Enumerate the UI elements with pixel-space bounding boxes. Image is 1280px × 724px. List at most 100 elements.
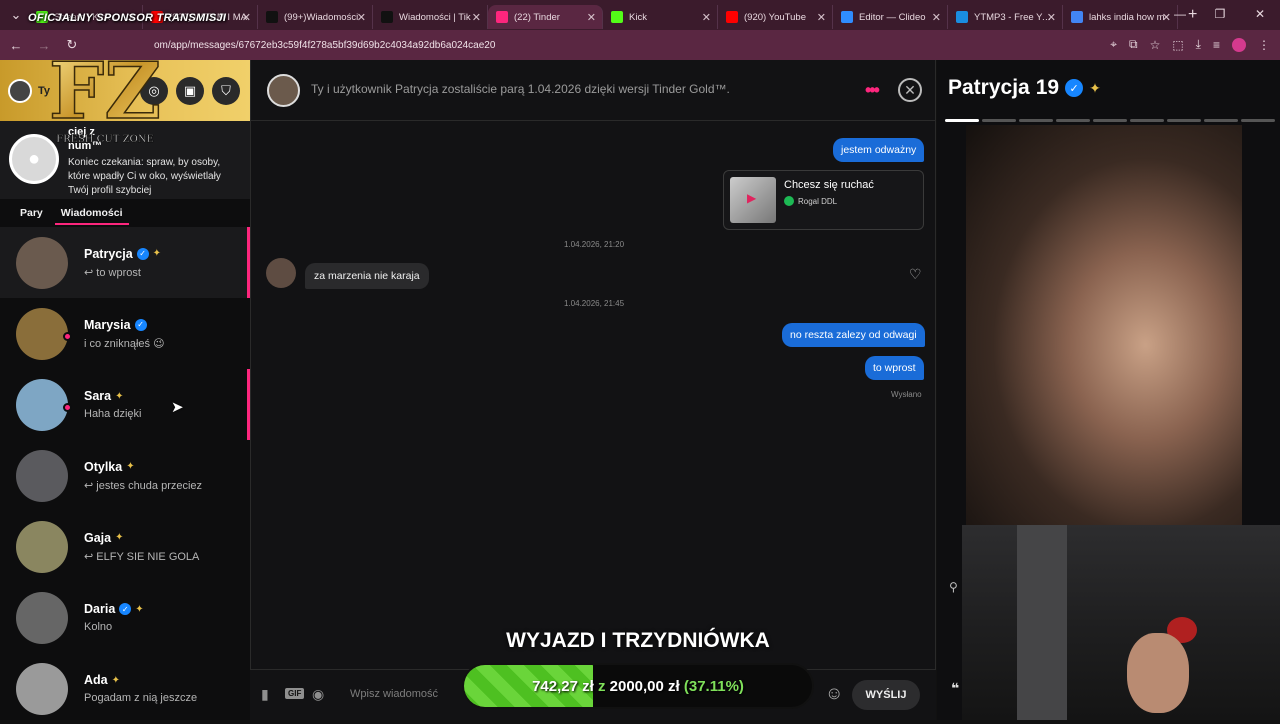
maximize-button[interactable]: ❐ <box>1200 0 1240 28</box>
conversation-avatar <box>16 520 68 573</box>
browser-tab[interactable]: (920) YouTube ✕ <box>718 5 833 29</box>
tab-close-icon[interactable]: ✕ <box>587 11 596 24</box>
like-heart-icon[interactable]: ♡ <box>909 266 922 283</box>
tab-close-icon[interactable]: ✕ <box>702 11 711 24</box>
tab-close-icon[interactable]: ✕ <box>357 11 366 24</box>
match-avatar[interactable] <box>267 74 300 107</box>
search-icon[interactable]: ⚲ <box>949 580 958 594</box>
shield-icon[interactable]: ⛉ <box>212 76 240 105</box>
conversation-text: Sara ✦ Haha dzięki <box>84 389 141 420</box>
tab-close-icon[interactable]: ✕ <box>817 11 826 24</box>
photo-segment[interactable] <box>1019 119 1053 122</box>
profile-avatar[interactable] <box>1232 37 1246 52</box>
close-chat-icon[interactable]: ✕ <box>898 78 922 102</box>
browser-tab[interactable]: (99+)Wiadomości ✕ <box>258 5 373 29</box>
conversation-name: Marysia <box>84 317 131 332</box>
conversation-item[interactable]: Otylka ✦ ↩ jestes chuda przeciez <box>0 440 250 511</box>
spotify-share-icon[interactable]: ◉ <box>312 686 324 703</box>
message-out-3[interactable]: to wprost <box>865 356 924 380</box>
goal-target: 2000,00 zł <box>609 678 680 695</box>
photo-segment[interactable] <box>945 119 979 122</box>
tab-title: (22) Tinder <box>514 11 560 23</box>
conversation-last-message: ↩ ELFY SIE NIE GOLA <box>84 550 200 563</box>
message-input[interactable]: Wpisz wiadomość <box>350 688 438 700</box>
my-profile-avatar[interactable] <box>8 78 32 103</box>
media-icon[interactable]: ≡ <box>1213 38 1220 52</box>
conversation-list: Patrycja ✓ ✦ ↩ to wprost Marysia ✓ i co znikną… <box>0 227 250 724</box>
photo-segment[interactable] <box>1241 119 1275 122</box>
quote-icon: ❝ <box>951 680 960 696</box>
back-icon[interactable]: ← <box>4 38 28 53</box>
profile-photo[interactable] <box>966 125 1242 525</box>
conversation-avatar <box>16 591 68 644</box>
photo-segment[interactable] <box>1130 119 1164 122</box>
browser-tab[interactable]: YTMP3 - Free You ✕ <box>948 5 1063 29</box>
briefcase-icon[interactable]: ▣ <box>176 76 204 105</box>
bookmark-star-icon[interactable]: ☆ <box>1150 38 1161 52</box>
photo-segment[interactable] <box>1204 119 1238 122</box>
tab-close-icon[interactable]: ✕ <box>932 11 941 24</box>
photo-segment[interactable] <box>1167 119 1201 122</box>
conversation-item[interactable]: Marysia ✓ i co zniknąłeś 😉 <box>0 298 250 369</box>
tab-close-icon[interactable]: ✕ <box>1047 11 1056 24</box>
gif-button[interactable]: GIF <box>285 688 305 699</box>
spotify-share-card[interactable]: Chcesz się ruchać Rogal DDL <box>723 170 924 230</box>
sidebar-tabs: Pary Wiadomości <box>0 199 250 227</box>
photo-progress-segments <box>945 119 1275 122</box>
tab-search-icon[interactable]: ⌄ <box>4 7 28 23</box>
message-in-1[interactable]: za marzenia nie karaja <box>305 263 429 289</box>
location-icon[interactable]: ⌖ <box>1110 37 1117 52</box>
stream-title-overlay: WYJAZD I TRZYDNIÓWKA <box>506 629 770 652</box>
download-icon[interactable]: ⤓ <box>1196 37 1201 52</box>
tab-close-icon[interactable]: ✕ <box>472 11 481 24</box>
menu-kebab-icon[interactable]: ⋮ <box>1258 38 1270 52</box>
song-artist-label: Rogal DDL <box>798 196 838 206</box>
photo-segment[interactable] <box>1093 119 1127 122</box>
close-window-button[interactable]: ✕ <box>1240 0 1280 28</box>
message-out-1[interactable]: jestem odważny <box>833 138 925 162</box>
conversation-name-row: Patrycja ✓ ✦ <box>84 247 161 261</box>
conversation-last-message: Haha dzięki <box>84 408 142 420</box>
sponsor-overlay-text: OFICJALNY SPONSOR TRANSMISJI <box>28 12 227 24</box>
tab-close-icon[interactable]: ✕ <box>242 11 251 24</box>
conversation-item[interactable]: Daria ✓ ✦ Kolno <box>0 582 250 653</box>
logo-letters: FZ <box>49 46 161 137</box>
url-field[interactable]: om/app/messages/67672eb3c59f4f278a5bf39d… <box>154 40 1054 51</box>
browser-tab[interactable]: Kick ✕ <box>603 5 718 29</box>
sent-status: Wysłano <box>891 390 922 399</box>
conversation-item[interactable]: Ada ✦ Pogadam z nią jeszcze <box>0 653 250 724</box>
conversation-text: Gaja ✦ ↩ ELFY SIE NIE GOLA <box>84 531 199 563</box>
photo-segment[interactable] <box>1056 119 1090 122</box>
more-options-icon[interactable]: ••• <box>865 80 880 101</box>
webcam-background-door <box>1017 525 1067 720</box>
fresh-cut-zone-logo: FZ FRESH CUT ZONE <box>48 45 162 145</box>
donation-goal-text: 742,27 zł z 2000,00 zł (37.11%) <box>464 678 812 695</box>
verified-badge-icon: ✓ <box>134 318 147 331</box>
conversation-name: Patrycja <box>84 246 133 261</box>
mouse-cursor-icon: ➤ <box>171 399 184 416</box>
conversation-item[interactable]: Gaja ✦ ↩ ELFY SIE NIE GOLA <box>0 511 250 582</box>
gold-badge-icon: ✦ <box>115 390 124 402</box>
webcam-person <box>1127 633 1189 713</box>
emoji-icon[interactable]: ☺ <box>825 683 843 704</box>
message-out-2[interactable]: no reszta zalezy od odwagi <box>782 323 925 347</box>
conversation-item[interactable]: Sara ✦ Haha dzięki <box>0 369 250 440</box>
extensions-icon[interactable]: ⬚ <box>1172 38 1183 52</box>
minimize-button[interactable]: — <box>1160 0 1200 28</box>
install-icon[interactable]: ⧉ <box>1129 37 1138 52</box>
tab-messages[interactable]: Wiadomości <box>54 203 129 225</box>
send-button[interactable]: WYŚLIJ <box>852 680 920 710</box>
browser-tab[interactable]: Editor — Clideo ✕ <box>833 5 948 29</box>
browser-tab[interactable]: Wiadomości | Tik ✕ <box>373 5 488 29</box>
conversation-item[interactable]: Patrycja ✓ ✦ ↩ to wprost <box>0 227 250 298</box>
browser-tab[interactable]: (22) Tinder ✕ <box>488 5 603 29</box>
conversation-last-message: ↩ to wprost <box>84 266 141 279</box>
photo-segment[interactable] <box>982 119 1016 122</box>
promo-text: Koniec czekania: spraw, by osoby, które … <box>68 157 221 196</box>
incoming-avatar[interactable] <box>266 258 296 288</box>
window-controls: — ❐ ✕ <box>1160 0 1280 28</box>
tab-pairs[interactable]: Pary <box>18 203 45 223</box>
conversation-avatar <box>16 662 68 715</box>
sticker-icon[interactable]: ▮ <box>261 686 269 703</box>
tab-title: Editor — Clideo <box>859 11 926 23</box>
